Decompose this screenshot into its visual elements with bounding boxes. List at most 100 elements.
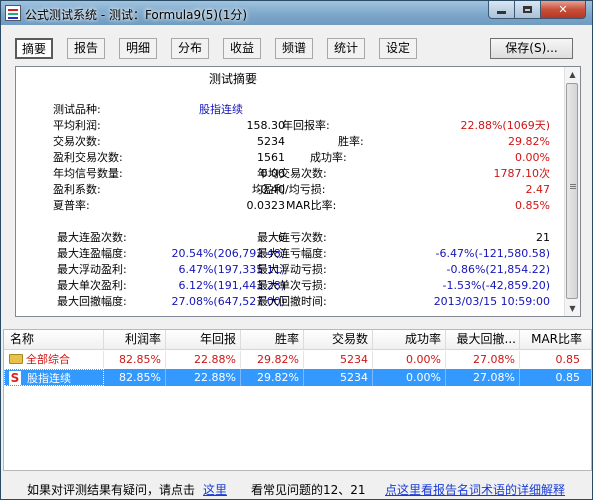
table-row[interactable]: 全部综合 82.85% 22.88% 29.82% 5234 0.00% 27.… — [4, 351, 591, 368]
cell-success-rate: 0.00% — [373, 351, 446, 368]
summary-panel: 测试摘要 测试品种: 股指连续 平均利润: 158.30 交易次数: 5234 … — [15, 66, 581, 317]
summary-scrollbar[interactable]: ▲ ▼ — [564, 67, 580, 316]
summary-value: 22.88%(1069天) — [460, 119, 550, 132]
summary-label: 最大单次盈利: — [57, 279, 127, 292]
maximize-icon — [523, 6, 532, 13]
faq-text: 看常见问题的12、21 — [251, 483, 366, 497]
grip-icon — [570, 184, 576, 185]
row-name: 股指连续 — [27, 372, 71, 385]
minimize-button[interactable] — [488, 1, 515, 19]
summary-value: -1.53%(-42,859.20) — [442, 279, 550, 292]
summary-row-winning-trades: 盈利交易次数: 1561 — [53, 150, 285, 165]
summary-value: -0.86%(21,854.22) — [446, 263, 550, 276]
summary-row-annual-trades: 年均交易次数: 1787.10次 — [257, 166, 550, 181]
cell-annual-return: 22.88% — [166, 369, 241, 386]
summary-label: 最大连亏次数: — [257, 231, 327, 244]
tab-distribution[interactable]: 分布 — [171, 38, 209, 59]
column-header-mar[interactable]: MAR比率 — [520, 330, 591, 349]
summary-label: MAR比率: — [286, 199, 337, 212]
cell-annual-return: 22.88% — [166, 351, 241, 368]
cell-max-drawdown: 27.08% — [446, 369, 520, 386]
summary-row-max-single-loss: 最大单次亏损: -1.53%(-42,859.20) — [257, 278, 550, 293]
tab-returns[interactable]: 收益 — [223, 38, 261, 59]
summary-label: 测试品种: — [53, 103, 101, 116]
summary-label: 年回报率: — [282, 119, 330, 132]
scroll-down-arrow-icon[interactable]: ▼ — [565, 301, 580, 316]
summary-value: 0.0323 — [246, 199, 286, 212]
summary-label: 盈利系数: — [53, 183, 101, 196]
cell-trades: 5234 — [304, 351, 373, 368]
row-name: 全部综合 — [26, 353, 70, 366]
tab-details[interactable]: 明细 — [119, 38, 157, 59]
cell-mar: 0.85 — [520, 369, 591, 386]
summary-row-instrument: 测试品种: 股指连续 — [53, 102, 285, 117]
scroll-thumb[interactable] — [566, 83, 578, 299]
cell-max-drawdown: 27.08% — [446, 351, 520, 368]
summary-row-avg-profit: 平均利润: 158.30 — [53, 118, 285, 133]
results-table: 名称 利润率 年回报 胜率 交易数 成功率 最大回撤... MAR比率 全部综合… — [3, 329, 592, 471]
summary-label: 最大浮动盈利: — [57, 263, 127, 276]
glossary-link[interactable]: 点这里看报告名词术语的详细解释 — [385, 481, 565, 498]
save-button[interactable]: 保存(S)... — [490, 38, 573, 59]
summary-row-annual-signals: 年均信号数量: 0.00 — [53, 166, 285, 181]
column-header-success-rate[interactable]: 成功率 — [373, 330, 446, 349]
summary-row-win-rate: 胜率: 29.82% — [282, 134, 550, 149]
column-header-trades[interactable]: 交易数 — [304, 330, 373, 349]
summary-row-trades: 交易次数: 5234 — [53, 134, 285, 149]
column-header-annual-return[interactable]: 年回报 — [166, 330, 241, 349]
column-header-name[interactable]: 名称 — [4, 330, 104, 349]
summary-value: 股指连续 — [199, 103, 243, 116]
table-header: 名称 利润率 年回报 胜率 交易数 成功率 最大回撤... MAR比率 — [4, 330, 591, 350]
column-header-profit-rate[interactable]: 利润率 — [104, 330, 166, 349]
summary-label: 平均利润: — [53, 119, 101, 132]
scroll-up-arrow-icon[interactable]: ▲ — [565, 67, 580, 82]
cell-win-rate: 29.82% — [241, 351, 304, 368]
close-button[interactable]: ✕ — [540, 1, 586, 19]
tab-statistics[interactable]: 统计 — [327, 38, 365, 59]
summary-label: 最大回撤时间: — [257, 295, 327, 308]
footer-bar: 如果对评测结果有疑问，请点击 这里 看常见问题的12、21 点这里看报告名词术语… — [1, 473, 592, 499]
maximize-button[interactable] — [514, 1, 541, 19]
summary-row-max-single-profit: 最大单次盈利: 6.12%(191,443.28) — [57, 278, 285, 293]
cell-mar: 0.85 — [520, 351, 591, 368]
summary-label: 最大连盈幅度: — [57, 247, 127, 260]
cell-profit-rate: 82.85% — [104, 351, 166, 368]
summary-value: 1787.10次 — [493, 167, 551, 180]
summary-heading: 测试摘要 — [209, 72, 258, 86]
summary-value: 2.47 — [525, 183, 551, 196]
summary-label: 年均交易次数: — [257, 167, 327, 180]
summary-row-max-loss-streak: 最大连亏次数: 21 — [257, 230, 550, 245]
summary-row-max-floating-profit: 最大浮动盈利: 6.47%(197,335.11) — [57, 262, 285, 277]
cell-profit-rate: 82.85% — [104, 369, 166, 386]
tab-spectrum[interactable]: 频谱 — [275, 38, 313, 59]
summary-row-mar: MAR比率: 0.85% — [286, 198, 550, 213]
summary-row-profit-factor: 盈利系数: -0.40 — [53, 182, 285, 197]
column-header-win-rate[interactable]: 胜率 — [241, 330, 304, 349]
tab-settings[interactable]: 设定 — [379, 38, 417, 59]
window-title: 公式测试系统 - 测试：Formula9(5)(1分) — [25, 8, 248, 22]
summary-label: 夏普率: — [53, 199, 90, 212]
summary-row-max-drawdown: 最大回撤幅度: 27.08%(647,527.00) — [57, 294, 285, 309]
summary-label: 年均信号数量: — [53, 167, 123, 180]
tab-summary[interactable]: 摘要 — [15, 38, 53, 59]
here-link[interactable]: 这里 — [203, 481, 227, 498]
instrument-icon: S — [9, 371, 21, 385]
table-row[interactable]: S 股指连续 82.85% 22.88% 29.82% 5234 0.00% 2… — [4, 369, 591, 386]
summary-label: 最大连盈次数: — [57, 231, 127, 244]
summary-label: 胜率: — [338, 135, 364, 148]
summary-label: 盈利交易次数: — [53, 151, 123, 164]
summary-label: 最大浮动亏损: — [257, 263, 327, 276]
summary-value: 0.85% — [515, 199, 550, 212]
title-bar[interactable]: 公式测试系统 - 测试：Formula9(5)(1分) ✕ — [1, 1, 592, 25]
summary-row-annual-return: 年回报率: 22.88%(1069天) — [282, 118, 550, 133]
cell-win-rate: 29.82% — [241, 369, 304, 386]
summary-row-max-floating-loss: 最大浮动亏损: -0.86%(21,854.22) — [257, 262, 550, 277]
formula-test-window: 公式测试系统 - 测试：Formula9(5)(1分) ✕ 摘要 报告 明细 分… — [0, 0, 593, 500]
summary-value: 0.00% — [515, 151, 550, 164]
summary-row-max-win-streak-amount: 最大连盈幅度: 20.54%(206,792.48) — [57, 246, 285, 261]
summary-label: 交易次数: — [53, 135, 101, 148]
summary-label: 最大连亏幅度: — [257, 247, 327, 260]
column-header-max-drawdown[interactable]: 最大回撤... — [446, 330, 520, 349]
tab-report[interactable]: 报告 — [67, 38, 105, 59]
summary-value: 29.82% — [508, 135, 550, 148]
